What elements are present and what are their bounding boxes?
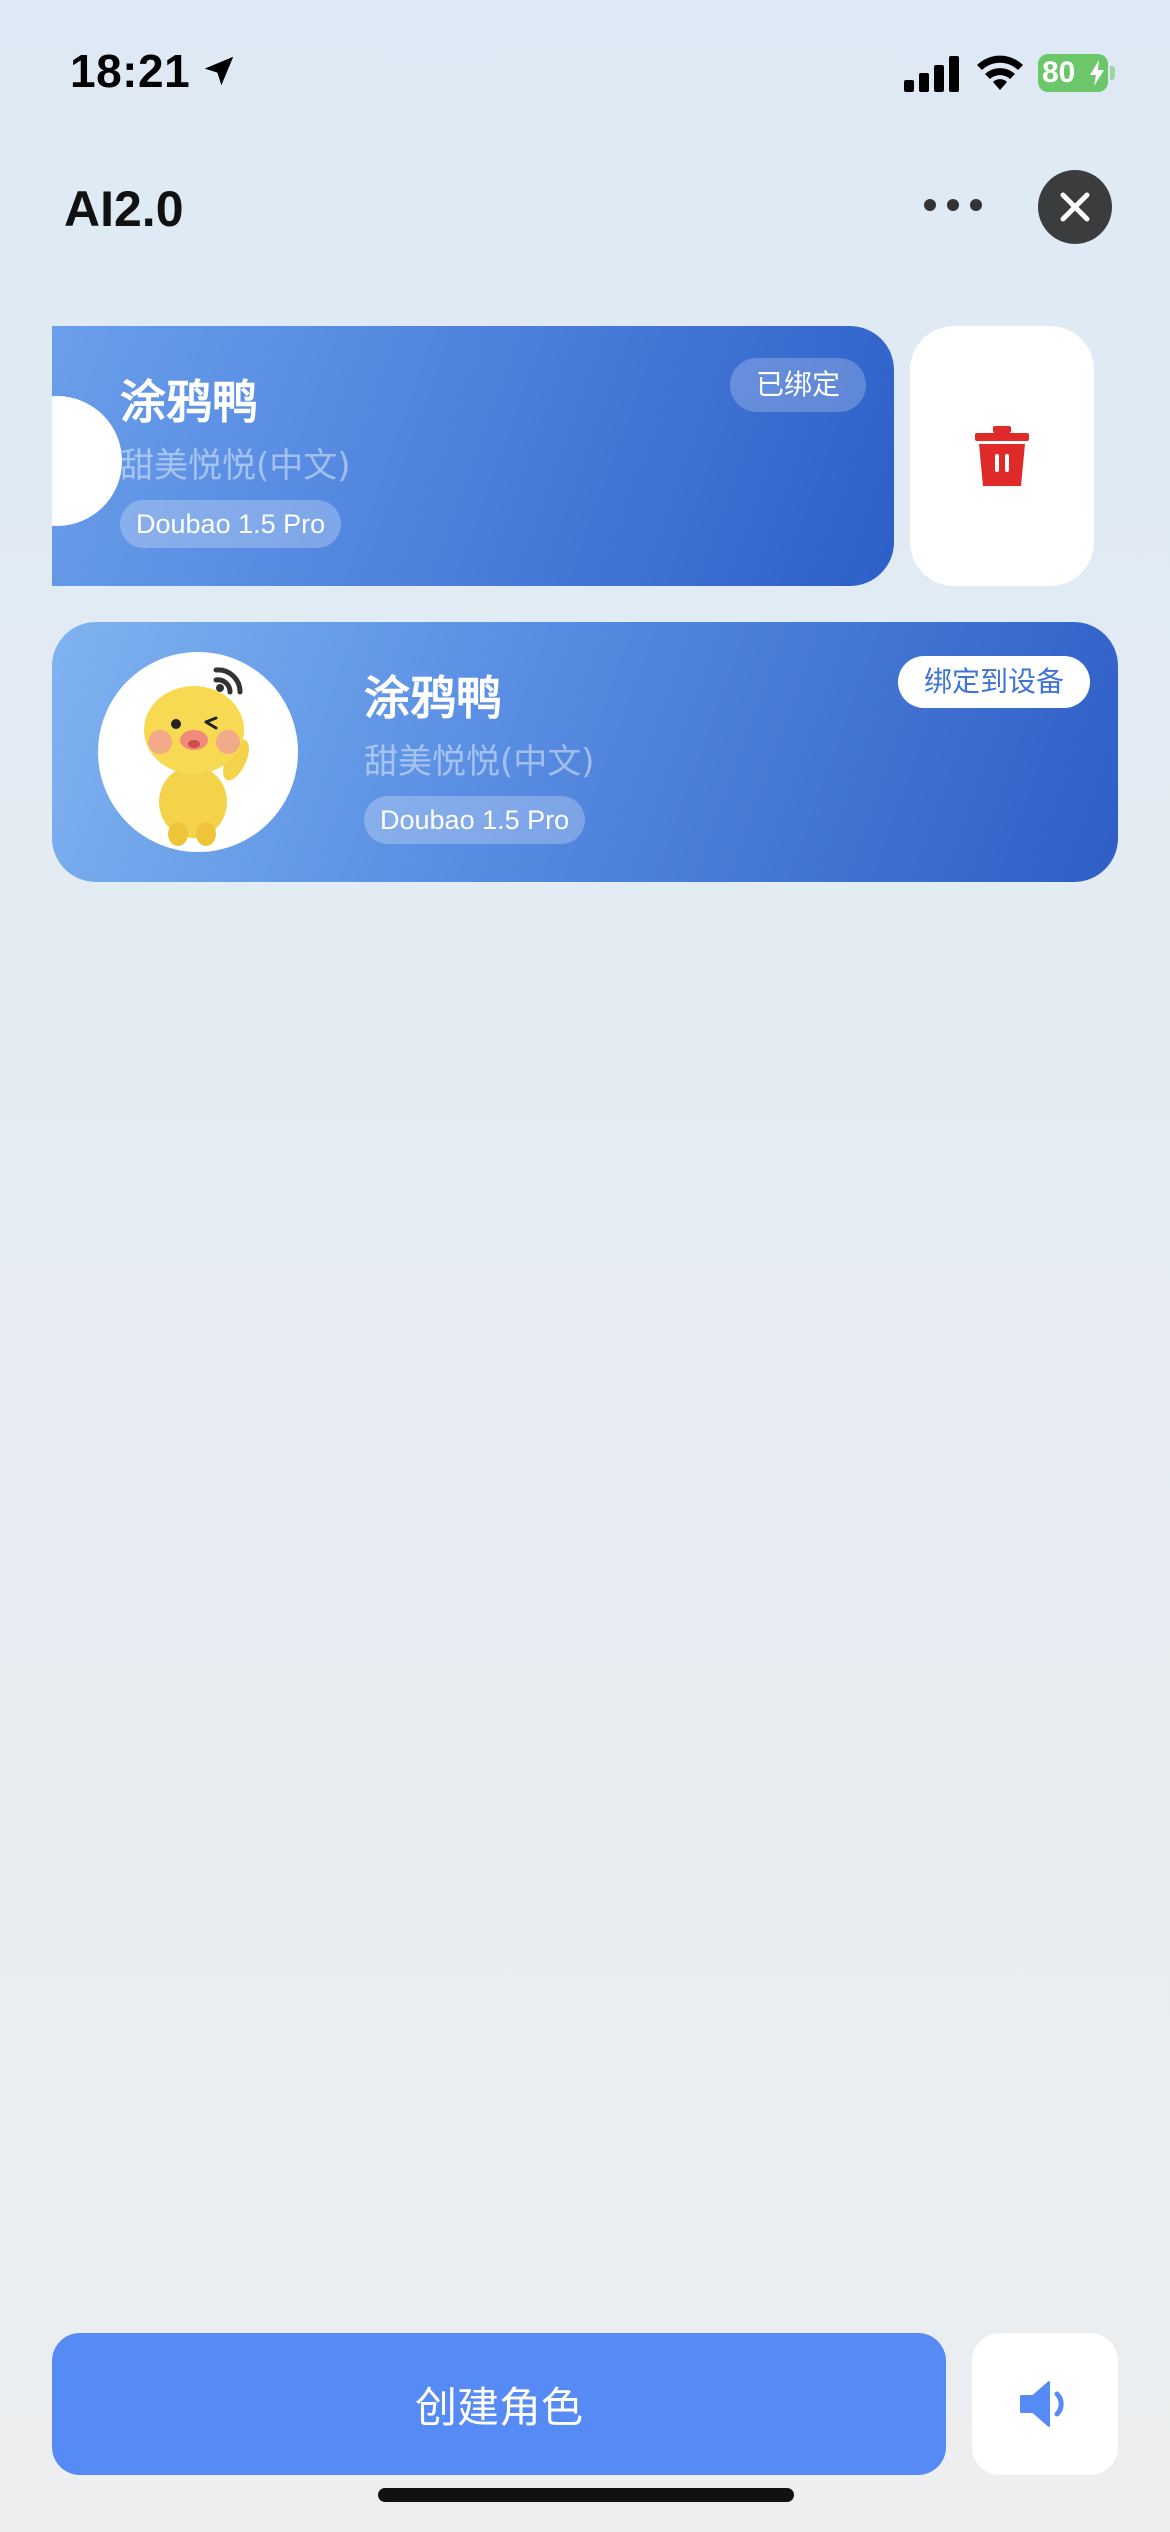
- bound-badge: 已绑定: [729, 358, 866, 412]
- cellular-signal-icon: [904, 56, 959, 92]
- avatar: [98, 652, 298, 852]
- role-voice: 甜美悦悦(中文): [120, 446, 351, 486]
- close-icon: [1060, 192, 1090, 222]
- wifi-icon: [977, 55, 1023, 90]
- close-button[interactable]: [1038, 170, 1112, 244]
- speaker-button[interactable]: [972, 2333, 1118, 2475]
- location-arrow-icon: [204, 56, 234, 86]
- role-voice: 甜美悦悦(中文): [364, 742, 595, 782]
- home-indicator: [378, 2488, 794, 2502]
- avatar: [52, 396, 122, 526]
- status-time: 18:21: [70, 45, 191, 97]
- status-bar: 18:21 80: [0, 0, 1170, 140]
- model-chip: Doubao 1.5 Pro: [364, 796, 586, 844]
- speaker-icon: [1020, 2381, 1064, 2427]
- more-button[interactable]: [920, 185, 986, 225]
- ellipsis-icon: [970, 199, 982, 211]
- model-chip: Doubao 1.5 Pro: [120, 500, 342, 548]
- bind-to-device-button[interactable]: 绑定到设备: [897, 656, 1090, 708]
- create-role-button[interactable]: 创建角色: [52, 2333, 946, 2475]
- role-name: 涂鸦鸭: [120, 375, 258, 429]
- role-card[interactable]: 涂鸦鸭 甜美悦悦(中文) Doubao 1.5 Pro 绑定到设备: [52, 622, 1118, 882]
- duck-mascot-icon: [144, 667, 249, 846]
- trash-icon: [975, 426, 1029, 486]
- ellipsis-icon: [947, 199, 959, 211]
- battery-cap: [1110, 66, 1115, 80]
- bolt-icon: [1090, 60, 1104, 86]
- role-name: 涂鸦鸭: [364, 671, 502, 725]
- battery-level: 80: [1042, 56, 1076, 89]
- battery-charging-icon: 80: [1038, 54, 1108, 92]
- ellipsis-icon: [924, 199, 936, 211]
- delete-button[interactable]: [910, 326, 1094, 586]
- role-card[interactable]: 涂鸦鸭 甜美悦悦(中文) Doubao 1.5 Pro 已绑定: [52, 326, 894, 586]
- page-title: AI2.0: [64, 181, 184, 237]
